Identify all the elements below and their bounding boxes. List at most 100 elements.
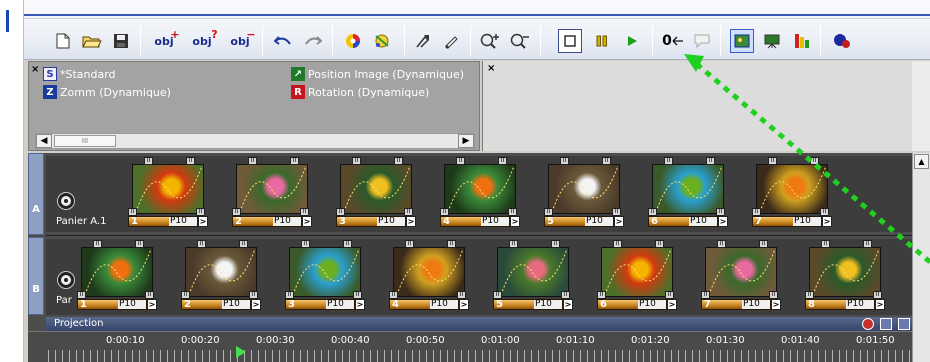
keyframe-marker[interactable]: II <box>493 291 502 299</box>
timeline-clip[interactable]: II II II II 1 P10 > <box>128 156 232 232</box>
keyframe-marker[interactable]: II <box>181 291 190 299</box>
keyframe-marker[interactable]: II <box>447 240 456 248</box>
keyframe-marker[interactable]: II <box>560 157 569 165</box>
keyframe-marker[interactable]: II <box>249 291 258 299</box>
property-position-image[interactable]: ↗ Position Image (Dynamique) <box>291 67 464 81</box>
palette-button[interactable] <box>830 27 854 55</box>
keyframe-marker[interactable]: II <box>343 240 352 248</box>
timeline-clip[interactable]: II II II II 6 P10 > <box>648 156 752 232</box>
keyframe-marker[interactable]: II <box>300 208 309 216</box>
keyframe-marker[interactable]: II <box>597 291 606 299</box>
clip-duration-bar[interactable]: 1 P10 <box>77 299 147 310</box>
keyframe-marker[interactable]: II <box>821 240 830 248</box>
lane-b-settings-icon[interactable] <box>58 272 74 288</box>
lane-a-settings-icon[interactable] <box>58 193 74 209</box>
timeline-clip[interactable]: II II II II 4 P10 > <box>440 156 544 232</box>
keyframe-marker[interactable]: II <box>701 291 710 299</box>
undo-button[interactable] <box>272 27 294 55</box>
clip-duration-bar[interactable]: 6 P10 <box>648 216 718 227</box>
new-button[interactable] <box>52 27 74 55</box>
zoom-in-button[interactable] <box>478 27 502 55</box>
reset-counter-button[interactable]: 0 <box>660 27 686 55</box>
record-icon[interactable] <box>862 318 874 330</box>
keyframe-marker[interactable]: II <box>820 208 829 216</box>
keyframe-marker[interactable]: II <box>810 157 819 165</box>
keyframe-marker[interactable]: II <box>93 240 102 248</box>
timeline-clip[interactable]: II II II II 3 P10 > <box>285 239 389 315</box>
property-standard[interactable]: S *Standard <box>43 67 116 81</box>
clip-duration-bar[interactable]: 1 P10 <box>128 216 198 227</box>
keyframe-marker[interactable]: II <box>232 208 241 216</box>
scroll-thumb[interactable]: III <box>54 135 116 147</box>
clip-duration-bar[interactable]: 6 P10 <box>597 299 667 310</box>
keyframe-marker[interactable]: II <box>197 240 206 248</box>
keyframe-marker[interactable]: II <box>352 157 361 165</box>
zoom-out-button[interactable] <box>508 27 532 55</box>
close-properties-icon[interactable]: × <box>31 64 39 75</box>
keyframe-marker[interactable]: II <box>196 208 205 216</box>
timeline-clip[interactable]: II II II II 6 P10 > <box>597 239 701 315</box>
keyframe-marker[interactable]: II <box>551 240 560 248</box>
pause-button[interactable] <box>590 27 614 55</box>
keyframe-marker[interactable]: II <box>77 291 86 299</box>
keyframe-marker[interactable]: II <box>648 208 657 216</box>
transition-icon[interactable]: > <box>875 299 885 310</box>
image-view-button[interactable] <box>730 29 754 53</box>
slideshow-button[interactable] <box>760 27 784 55</box>
clip-duration-bar[interactable]: 5 P10 <box>493 299 563 310</box>
transition-icon[interactable]: > <box>718 216 728 227</box>
stop-button[interactable] <box>558 29 582 53</box>
clip-duration-bar[interactable]: 7 P10 <box>752 216 822 227</box>
clip-duration-bar[interactable]: 3 P10 <box>336 216 406 227</box>
keyframe-marker[interactable]: II <box>135 240 144 248</box>
keyframe-marker[interactable]: II <box>508 208 517 216</box>
transition-icon[interactable]: > <box>302 216 312 227</box>
transition-icon[interactable]: > <box>251 299 261 310</box>
timeline-clip[interactable]: II II II II 7 P10 > <box>752 156 856 232</box>
keyframe-marker[interactable]: II <box>128 208 137 216</box>
keyframe-marker[interactable]: II <box>353 291 362 299</box>
expand-collapse-icon[interactable] <box>880 318 892 330</box>
clip-duration-bar[interactable]: 2 P10 <box>181 299 251 310</box>
keyframe-marker[interactable]: II <box>706 157 715 165</box>
levels-button[interactable] <box>790 27 814 55</box>
clip-duration-bar[interactable]: 4 P10 <box>389 299 459 310</box>
keyframe-marker[interactable]: II <box>805 291 814 299</box>
keyframe-marker[interactable]: II <box>404 208 413 216</box>
pointer-tool-button[interactable] <box>412 27 434 55</box>
timeline-clip[interactable]: II II II II 1 P10 > <box>77 239 181 315</box>
keyframe-marker[interactable]: II <box>239 240 248 248</box>
transition-icon[interactable]: > <box>667 299 677 310</box>
transition-icon[interactable]: > <box>822 216 832 227</box>
draw-tool-button[interactable] <box>440 27 462 55</box>
transition-icon[interactable]: > <box>459 299 469 310</box>
effects-button[interactable] <box>370 27 394 55</box>
keyframe-marker[interactable]: II <box>405 240 414 248</box>
keyframe-marker[interactable]: II <box>457 291 466 299</box>
keyframe-marker[interactable]: II <box>716 208 725 216</box>
clip-duration-bar[interactable]: 3 P10 <box>285 299 355 310</box>
keyframe-marker[interactable]: II <box>759 240 768 248</box>
keyframe-marker[interactable]: II <box>440 208 449 216</box>
keyframe-marker[interactable]: II <box>602 157 611 165</box>
transition-icon[interactable]: > <box>198 216 208 227</box>
keyframe-marker[interactable]: II <box>285 291 294 299</box>
save-button[interactable] <box>110 27 132 55</box>
keyframe-marker[interactable]: II <box>873 291 882 299</box>
transition-icon[interactable]: > <box>355 299 365 310</box>
keyframe-marker[interactable]: II <box>389 291 398 299</box>
scroll-up-icon[interactable]: ▲ <box>914 154 929 169</box>
add-object-button[interactable]: obj + <box>150 27 179 55</box>
keyframe-marker[interactable]: II <box>456 157 465 165</box>
transition-icon[interactable]: > <box>147 299 157 310</box>
play-button[interactable] <box>620 27 644 55</box>
close-preview-icon[interactable]: × <box>487 63 495 74</box>
keyframe-marker[interactable]: II <box>186 157 195 165</box>
remove-object-button[interactable]: obj − <box>226 27 255 55</box>
keyframe-marker[interactable]: II <box>394 157 403 165</box>
timeline-clip[interactable]: II II II II 5 P10 > <box>493 239 597 315</box>
scroll-left-icon[interactable]: ◀ <box>36 134 52 148</box>
keyframe-marker[interactable]: II <box>752 208 761 216</box>
property-rotation[interactable]: R Rotation (Dynamique) <box>291 85 429 99</box>
transition-icon[interactable]: > <box>563 299 573 310</box>
